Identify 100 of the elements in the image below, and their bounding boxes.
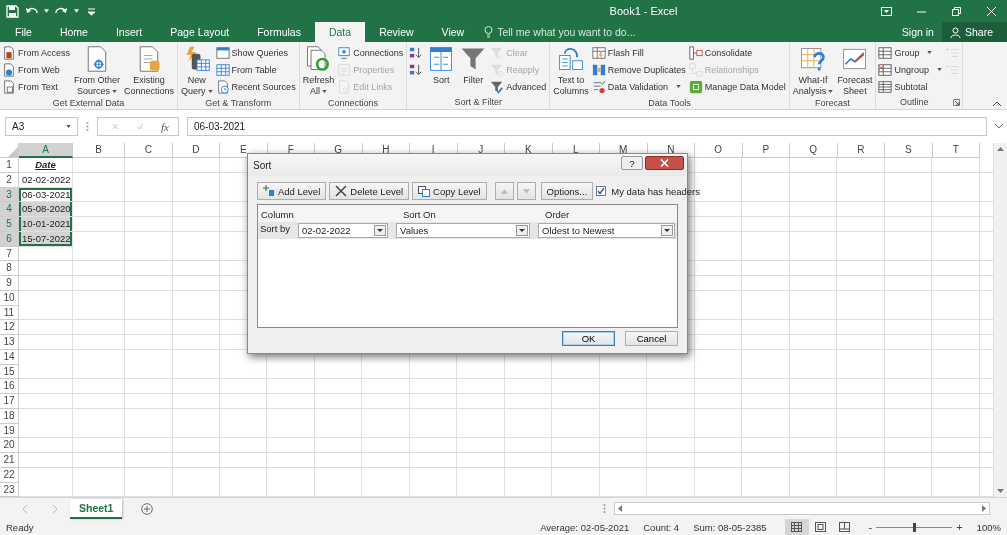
ribbon-button[interactable]: From Web (2, 61, 71, 78)
close-button[interactable] (645, 156, 684, 170)
ribbon-button[interactable]: From Other Sources (73, 44, 122, 97)
share-button[interactable]: Share (941, 22, 1007, 42)
ribbon-button[interactable]: Remove Duplicates (591, 61, 687, 78)
sheet-tab[interactable]: Sheet1 (70, 498, 123, 519)
column-header[interactable]: Q (790, 143, 838, 158)
toolbar-button[interactable]: Copy Level (412, 182, 487, 200)
checkbox-label[interactable]: My data has headers (611, 185, 700, 197)
tell-me-field[interactable]: Tell me what you want to do... (497, 26, 636, 38)
close-icon[interactable] (986, 5, 997, 17)
row-header[interactable]: 5 (0, 217, 19, 232)
row-header[interactable]: 4 (0, 202, 19, 217)
ribbon-button[interactable]: Text to Columns (552, 44, 590, 97)
ribbon-button[interactable]: Consolidate (688, 44, 787, 61)
row-header[interactable]: 2 (0, 172, 19, 188)
formula-field[interactable]: 06-03-2021 (187, 117, 987, 136)
vertical-scrollbar[interactable] (993, 143, 1007, 497)
row-header[interactable]: 14 (0, 349, 19, 365)
save-icon[interactable] (6, 4, 19, 18)
dropdown[interactable]: 02-02-2022 (298, 223, 388, 238)
column-header[interactable]: P (742, 143, 790, 158)
ribbon-tab[interactable]: Home (45, 22, 102, 42)
zoom-level[interactable]: 100% (976, 521, 1001, 533)
column-header[interactable]: S (885, 143, 933, 158)
dialog-launcher-icon[interactable] (952, 99, 960, 106)
row-header[interactable]: 13 (0, 335, 19, 350)
ribbon-button[interactable]: From Access (2, 44, 71, 61)
row-header[interactable]: 17 (0, 394, 19, 409)
row-header[interactable]: 22 (0, 467, 19, 483)
ribbon-tab[interactable]: Review (365, 22, 428, 42)
ribbon-button[interactable]: Flash Fill (591, 44, 687, 61)
ribbon-tab[interactable]: Insert (101, 22, 157, 42)
scroll-right-icon[interactable] (982, 505, 987, 512)
ribbon-button[interactable]: Ungroup (878, 61, 943, 78)
ribbon-tab[interactable]: Page Layout (156, 22, 244, 42)
ribbon-button[interactable]: Existing Connections (123, 44, 176, 97)
table-cell[interactable]: 02-02-2022 (19, 172, 73, 188)
ribbon-button[interactable]: Recent Sources (215, 78, 297, 95)
name-box[interactable]: A3 (5, 117, 78, 136)
horizontal-scrollbar[interactable] (614, 502, 991, 515)
column-header[interactable]: A (19, 143, 73, 158)
dialog-button[interactable]: Cancel (625, 331, 678, 346)
insert-function-button[interactable]: fx (161, 120, 169, 133)
ribbon-button[interactable]: Show Queries (215, 44, 297, 61)
dialog-button[interactable]: OK (562, 331, 615, 346)
check-icon[interactable] (136, 122, 144, 131)
table-cell[interactable]: 10-01-2021 (19, 217, 73, 232)
column-header[interactable]: C (125, 143, 173, 158)
ribbon-button[interactable]: Manage Data Model (688, 78, 787, 95)
ribbon-button[interactable]: What-If Analysis (791, 44, 835, 97)
scroll-up-icon[interactable] (997, 147, 1004, 151)
ribbon-button[interactable]: Group (878, 44, 943, 61)
ribbon-tab[interactable]: Formulas (243, 22, 315, 42)
zoom-thumb[interactable] (913, 522, 917, 532)
ribbon-button[interactable]: From Table (215, 61, 297, 78)
ribbon-button[interactable]: Subtotal (878, 78, 943, 95)
zoom-in-button[interactable]: + (952, 521, 967, 533)
ribbon-button[interactable]: Advanced (490, 78, 548, 95)
ribbon-button[interactable]: Data Validation (591, 78, 687, 95)
grip-icon[interactable] (603, 503, 607, 514)
scroll-down-icon[interactable] (997, 489, 1004, 493)
ribbon-button[interactable]: Refresh All (301, 44, 336, 97)
expand-icon[interactable] (995, 124, 1003, 129)
table-cell[interactable]: 05-08-2020 (19, 202, 73, 217)
help-button[interactable]: ? (621, 156, 643, 170)
column-header[interactable]: T (932, 143, 980, 158)
ribbon-button[interactable]: New Query (180, 44, 214, 97)
zoom-out-button[interactable]: - (864, 521, 877, 533)
ribbon-button[interactable]: Filter (458, 44, 489, 96)
row-header[interactable]: 1 (0, 158, 19, 173)
dropdown[interactable]: Oldest to Newest (538, 223, 675, 238)
row-header[interactable]: 7 (0, 246, 19, 262)
column-header[interactable]: B (73, 143, 125, 158)
ribbon-tab[interactable]: View (427, 22, 479, 42)
dropdown[interactable]: Values (396, 223, 530, 238)
toolbar-button[interactable]: Delete Level (329, 182, 410, 200)
column-header[interactable]: D (172, 143, 220, 158)
row-header[interactable]: 11 (0, 305, 19, 321)
row-header[interactable]: 20 (0, 438, 19, 453)
ribbon-button[interactable]: From Text (2, 78, 71, 95)
options-button[interactable]: Options... (540, 182, 594, 200)
row-header[interactable]: 8 (0, 261, 19, 276)
restore-icon[interactable] (951, 5, 962, 17)
row-header[interactable]: 18 (0, 408, 19, 424)
ribbon-button[interactable]: Connections (337, 44, 405, 61)
view-button[interactable] (784, 519, 809, 535)
ribbon-tab[interactable]: Data (314, 22, 366, 42)
add-sheet-icon[interactable] (141, 502, 154, 515)
ribbon-button[interactable]: Sort (426, 44, 457, 96)
column-header[interactable]: O (695, 143, 743, 158)
ribbon-tab[interactable]: File (1, 22, 46, 42)
row-header[interactable]: 15 (0, 364, 19, 380)
row-header[interactable]: 21 (0, 453, 19, 468)
checkbox[interactable] (596, 186, 607, 196)
table-cell[interactable]: Date (19, 158, 73, 173)
row-header[interactable]: 9 (0, 276, 19, 291)
ribbon-options-icon[interactable] (881, 5, 892, 17)
column-header[interactable]: R (837, 143, 885, 158)
collapse-ribbon-icon[interactable] (993, 101, 1001, 106)
